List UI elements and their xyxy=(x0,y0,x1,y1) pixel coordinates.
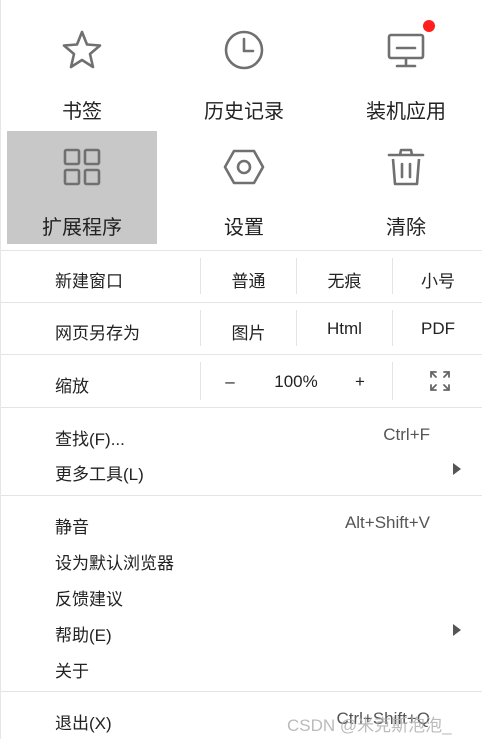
help-label: 帮助(E) xyxy=(55,626,112,645)
new-window-alt-account-option[interactable]: 小号 xyxy=(393,267,482,292)
clear-tile[interactable]: 清除 xyxy=(331,131,481,244)
divider xyxy=(1,691,482,692)
extensions-label: 扩展程序 xyxy=(42,217,122,239)
divider xyxy=(1,250,482,251)
installed-apps-label: 装机应用 xyxy=(366,101,446,123)
divider xyxy=(1,354,482,355)
settings-label: 设置 xyxy=(224,217,264,239)
notification-dot xyxy=(423,20,435,32)
divider xyxy=(1,302,482,303)
bookmarks-label: 书签 xyxy=(62,101,102,123)
watermark: CSDN @米克斯泡泡_ xyxy=(287,716,452,735)
zoom-value: 100% xyxy=(274,372,318,391)
clear-label: 清除 xyxy=(386,217,426,239)
more-tools-label: 更多工具(L) xyxy=(55,465,144,484)
clock-icon xyxy=(224,30,264,70)
mute-label: 静音 xyxy=(55,518,89,537)
new-window-normal-option[interactable]: 普通 xyxy=(201,267,296,292)
mute-shortcut: Alt+Shift+V xyxy=(344,513,430,532)
zoom-label: 缩放 xyxy=(55,377,89,396)
menu-item-about[interactable]: 关于 xyxy=(55,657,89,682)
save-page-label: 网页另存为 xyxy=(55,324,140,343)
installed-apps-tile[interactable]: 装机应用 xyxy=(331,10,481,123)
star-icon xyxy=(62,30,102,69)
save-as-html-option[interactable]: Html xyxy=(297,319,392,339)
save-as-image-option[interactable]: 图片 xyxy=(201,319,296,344)
submenu-arrow-icon xyxy=(453,624,461,636)
divider xyxy=(392,362,393,400)
submenu-arrow-icon xyxy=(453,463,461,475)
settings-tile[interactable]: 设置 xyxy=(169,131,319,244)
bookmarks-tile[interactable]: 书签 xyxy=(7,10,157,123)
find-label: 查找(F)... xyxy=(55,430,125,449)
exit-label: 退出(X) xyxy=(55,714,112,733)
zoom-out-button[interactable]: – xyxy=(215,372,245,392)
browser-main-menu: 书签 历史记录 装机应用 扩展程序 设置 清除 新建窗口 普通 无痕 小号 网页… xyxy=(0,0,482,739)
save-as-pdf-option[interactable]: PDF xyxy=(393,319,482,339)
extensions-grid-icon xyxy=(63,148,101,186)
find-shortcut: Ctrl+F xyxy=(383,425,430,444)
monitor-icon xyxy=(387,33,425,68)
history-label: 历史记录 xyxy=(204,101,284,123)
new-window-label: 新建窗口 xyxy=(55,272,123,291)
extensions-tile[interactable]: 扩展程序 xyxy=(7,131,157,244)
divider xyxy=(1,495,482,496)
hexagon-gear-icon xyxy=(223,149,265,185)
zoom-in-button[interactable]: + xyxy=(345,372,375,392)
history-tile[interactable]: 历史记录 xyxy=(169,10,319,123)
menu-item-feedback[interactable]: 反馈建议 xyxy=(55,585,123,610)
fullscreen-icon[interactable] xyxy=(429,370,451,392)
trash-icon xyxy=(387,148,425,186)
menu-item-set-default-browser[interactable]: 设为默认浏览器 xyxy=(55,549,174,574)
new-window-incognito-option[interactable]: 无痕 xyxy=(297,267,392,292)
divider xyxy=(200,362,201,400)
divider xyxy=(1,407,482,408)
